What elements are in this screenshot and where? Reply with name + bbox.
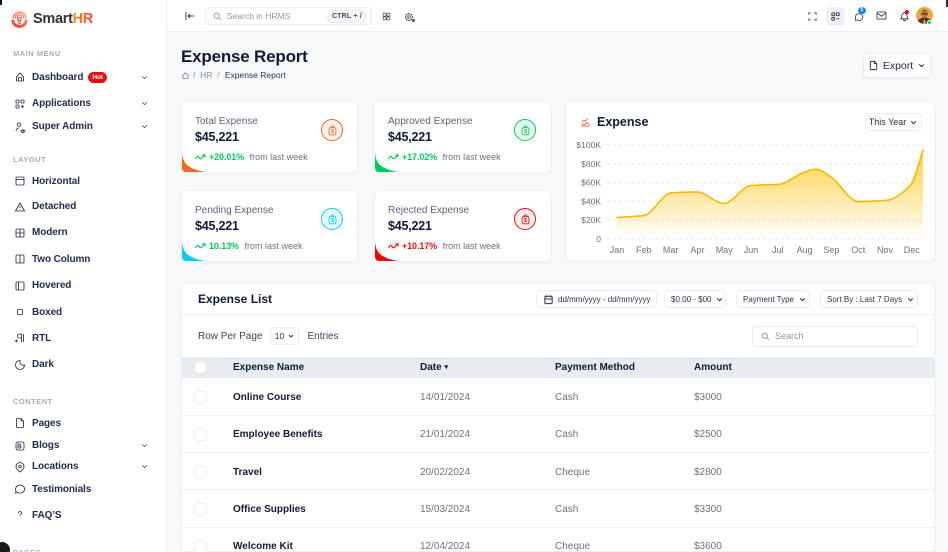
svg-text:Sep: Sep bbox=[823, 245, 839, 255]
svg-text:Aug: Aug bbox=[797, 245, 813, 255]
svg-text:$40K: $40K bbox=[581, 196, 601, 206]
svg-text:$: $ bbox=[331, 218, 334, 224]
svg-text:Jun: Jun bbox=[744, 245, 759, 255]
svg-text:$100K: $100K bbox=[576, 140, 601, 150]
svg-text:$20K: $20K bbox=[581, 215, 601, 225]
svg-text:Apr: Apr bbox=[690, 245, 704, 255]
svg-text:$60K: $60K bbox=[581, 178, 601, 188]
svg-text:0: 0 bbox=[596, 234, 601, 244]
svg-text:Jan: Jan bbox=[610, 245, 625, 255]
svg-text:Dec: Dec bbox=[904, 245, 921, 255]
svg-text:$80K: $80K bbox=[581, 159, 601, 169]
svg-text:May: May bbox=[716, 245, 734, 255]
svg-text:$: $ bbox=[331, 129, 334, 135]
svg-text:Mar: Mar bbox=[663, 245, 679, 255]
svg-text:Feb: Feb bbox=[636, 245, 652, 255]
svg-text:Nov: Nov bbox=[877, 245, 894, 255]
svg-text:Oct: Oct bbox=[851, 245, 866, 255]
svg-text:$: $ bbox=[524, 218, 527, 224]
svg-text:Jul: Jul bbox=[772, 245, 784, 255]
svg-text:$: $ bbox=[524, 129, 527, 135]
